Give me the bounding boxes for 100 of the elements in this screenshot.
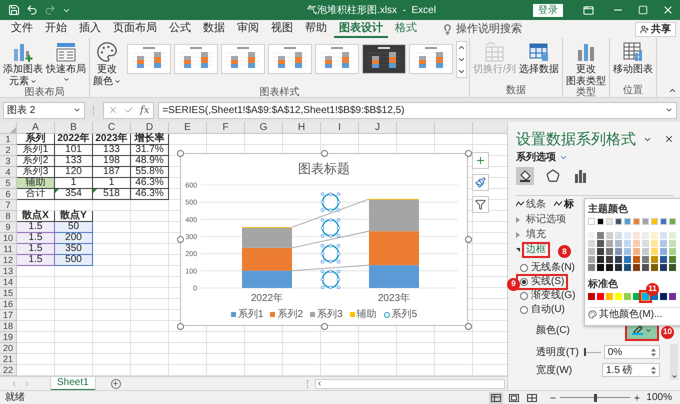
sheet-tab[interactable]: Sheet1	[51, 376, 95, 390]
color-swatch[interactable]	[615, 240, 622, 247]
expanded-triangle-icon[interactable]	[516, 248, 520, 252]
row-header[interactable]: 15	[0, 288, 17, 299]
color-swatch[interactable]	[669, 218, 676, 225]
column-header[interactable]: H	[283, 122, 321, 134]
chart-style-thumbnail[interactable]	[221, 44, 265, 74]
spinner-arrows-icon[interactable]	[651, 366, 656, 374]
row-header[interactable]: 16	[0, 299, 17, 310]
color-swatch[interactable]	[651, 240, 658, 247]
color-swatch[interactable]	[669, 240, 676, 247]
color-swatch[interactable]	[624, 232, 631, 239]
resize-handle[interactable]	[465, 323, 472, 330]
resize-handle[interactable]	[177, 323, 184, 330]
scroll-down-icon[interactable]	[670, 373, 678, 380]
radio-option[interactable]: 自动(U)	[518, 304, 567, 316]
resize-handle[interactable]	[177, 236, 184, 243]
maximize-icon[interactable]	[638, 5, 648, 15]
chart-side-button[interactable]	[472, 174, 489, 191]
chart-style-thumbnail[interactable]	[362, 44, 406, 74]
share-button[interactable]: 共享	[635, 22, 676, 37]
zoom-level[interactable]: 100%	[646, 390, 672, 404]
format-tab[interactable]	[544, 167, 562, 185]
resize-handle[interactable]	[321, 150, 328, 157]
menu-tab[interactable]: 帮助	[300, 21, 332, 38]
column-header[interactable]: C	[93, 122, 131, 134]
color-swatch[interactable]	[615, 218, 622, 225]
row-header[interactable]: 4	[0, 167, 17, 178]
color-swatch[interactable]	[669, 293, 676, 300]
chart-side-button[interactable]	[472, 152, 489, 169]
formula-input[interactable]: =SERIES(,Sheet1!$A$9:$A$12,Sheet1!$B$9:$B$12,5)	[158, 102, 677, 118]
color-swatch[interactable]	[606, 232, 613, 239]
color-swatch[interactable]	[669, 232, 676, 239]
chart-side-button[interactable]	[472, 196, 489, 213]
color-swatch[interactable]	[588, 232, 595, 239]
resize-handle[interactable]	[321, 323, 328, 330]
column-header[interactable]	[473, 122, 507, 134]
row-header[interactable]: 14	[0, 277, 17, 288]
chart-style-thumbnail[interactable]	[409, 44, 453, 74]
slider-thumb[interactable]	[594, 394, 597, 402]
color-swatch[interactable]	[588, 248, 595, 255]
color-swatch[interactable]	[660, 293, 667, 300]
color-swatch[interactable]	[642, 293, 649, 300]
section-header[interactable]: 填充	[524, 228, 548, 240]
tell-me-search[interactable]: 操作说明搜索	[456, 21, 522, 38]
ribbon-display-icon[interactable]	[583, 4, 594, 16]
scroll-left-icon[interactable]	[316, 380, 323, 387]
scroll-up-icon[interactable]	[457, 43, 466, 52]
color-swatch[interactable]	[597, 248, 604, 255]
cancel-icon[interactable]	[108, 105, 118, 115]
color-swatch[interactable]	[642, 232, 649, 239]
color-swatch[interactable]	[615, 232, 622, 239]
color-swatch[interactable]	[588, 293, 595, 300]
collapse-ribbon-icon[interactable]	[668, 86, 677, 95]
undo-icon[interactable]	[26, 4, 38, 16]
color-swatch[interactable]	[588, 240, 595, 247]
color-swatch[interactable]	[651, 248, 658, 255]
row-header[interactable]: 17	[0, 310, 17, 321]
row-header[interactable]: 5	[0, 178, 17, 189]
color-swatch[interactable]	[588, 218, 595, 225]
color-swatch[interactable]	[624, 218, 631, 225]
color-swatch[interactable]	[606, 248, 613, 255]
row-header[interactable]: 12	[0, 255, 17, 266]
color-swatch[interactable]	[642, 218, 649, 225]
row-header[interactable]: 19	[0, 332, 17, 343]
insert-function-button[interactable]: fx	[140, 102, 150, 118]
ribbon-button[interactable]: 选择数据	[518, 41, 560, 75]
lightbulb-icon[interactable]	[442, 24, 453, 35]
selected-marker[interactable]	[320, 218, 340, 238]
menu-tab[interactable]: 审阅	[232, 21, 264, 38]
radio-option[interactable]: 渐变线(G)	[518, 290, 578, 302]
color-swatch[interactable]	[660, 264, 667, 271]
add-sheet-icon[interactable]	[110, 378, 121, 388]
ribbon-button[interactable]: 移动图表	[612, 41, 654, 75]
menu-tab[interactable]: 页面布局	[108, 21, 162, 38]
horizontal-scrollbar[interactable]	[315, 378, 505, 388]
scroll-down-icon[interactable]	[457, 55, 466, 64]
sub-tab[interactable]: 标	[554, 196, 574, 212]
row-header[interactable]: 9	[0, 222, 17, 233]
gallery-more-icon[interactable]	[457, 67, 466, 76]
zoom-in-icon[interactable]	[633, 394, 642, 402]
color-swatch[interactable]	[633, 293, 640, 300]
row-header[interactable]: 11	[0, 244, 17, 255]
color-swatch[interactable]	[588, 264, 595, 271]
color-swatch[interactable]	[633, 264, 640, 271]
series-options-dropdown[interactable]: 系列选项	[516, 150, 556, 164]
resize-handle[interactable]	[177, 150, 184, 157]
row-header[interactable]: 7	[0, 200, 17, 211]
row-header[interactable]: 8	[0, 211, 17, 222]
color-swatch[interactable]	[642, 264, 649, 271]
collapsed-triangle-icon[interactable]	[516, 216, 520, 222]
color-swatch[interactable]	[597, 256, 604, 263]
radio-option[interactable]: 实线(S)	[518, 276, 566, 288]
color-swatch[interactable]	[624, 248, 631, 255]
color-swatch[interactable]	[615, 293, 622, 300]
resize-handle[interactable]	[465, 236, 472, 243]
selected-marker[interactable]	[320, 244, 340, 264]
color-swatch[interactable]	[660, 248, 667, 255]
row-header[interactable]: 10	[0, 233, 17, 244]
chart-style-thumbnail[interactable]	[174, 44, 218, 74]
